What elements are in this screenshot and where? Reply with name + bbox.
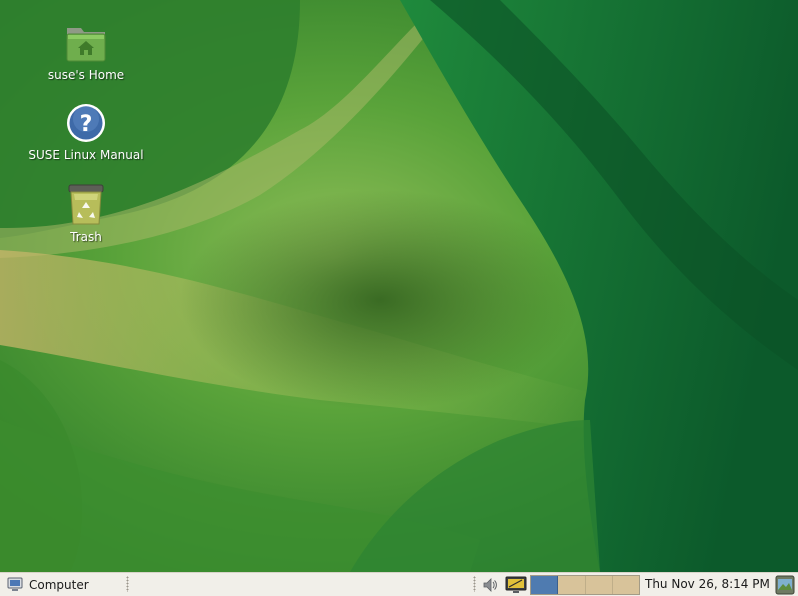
panel-drag-handle[interactable] (126, 576, 129, 592)
show-desktop-button[interactable] (774, 574, 796, 595)
home-folder-icon (66, 28, 106, 62)
display-settings-applet[interactable] (504, 574, 528, 595)
desktop[interactable]: suse's Home ? SUSE Linux Manual Trash (0, 0, 798, 572)
help-icon: ? (67, 104, 105, 142)
workspace-4[interactable] (612, 576, 639, 594)
svg-text:?: ? (80, 112, 93, 137)
desktop-icon-label: SUSE Linux Manual (28, 148, 144, 162)
volume-icon (483, 577, 497, 592)
desktop-icon-home[interactable]: suse's Home (11, 22, 161, 83)
desktop-wallpaper (0, 0, 798, 572)
computer-menu-label: Computer (29, 577, 89, 592)
workspace-1[interactable] (531, 576, 559, 594)
desktop-icon-manual[interactable]: ? SUSE Linux Manual (11, 102, 161, 163)
volume-control[interactable] (480, 574, 500, 595)
show-desktop-icon (775, 575, 795, 594)
display-settings-icon (505, 576, 527, 593)
bottom-panel: Computer Thu Nov 26, 8:14 PM (0, 572, 798, 596)
workspace-2[interactable] (558, 576, 586, 594)
desktop-icon-label: Trash (70, 230, 102, 244)
workspace-3[interactable] (585, 576, 613, 594)
computer-icon (7, 577, 23, 591)
computer-menu-button[interactable]: Computer (2, 574, 95, 595)
desktop-icon-label: suse's Home (47, 68, 125, 82)
panel-drag-handle[interactable] (473, 576, 476, 592)
workspace-switcher (530, 575, 640, 595)
desktop-icon-trash[interactable]: Trash (11, 182, 161, 245)
trash-icon (68, 184, 104, 225)
panel-clock[interactable]: Thu Nov 26, 8:14 PM (645, 573, 770, 596)
